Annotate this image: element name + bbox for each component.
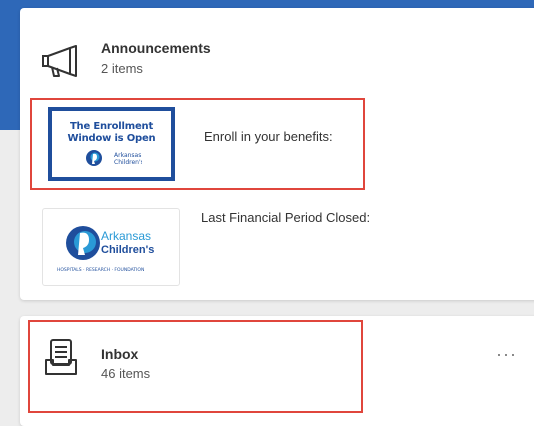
logo-line2: Children's [101,244,154,256]
inbox-tray-icon [45,339,77,375]
financial-period-link[interactable]: Last Financial Period Closed: [201,210,370,225]
arkansas-childrens-logo: Arkansas Children's HOSPITALS · RESEARCH… [57,226,154,273]
announcements-title[interactable]: Announcements [101,40,211,56]
inbox-title[interactable]: Inbox [101,346,138,362]
logo-line1: Arkansas [101,229,151,243]
financial-period-image[interactable]: Arkansas Children's HOSPITALS · RESEARCH… [42,208,180,286]
enrollment-image-line2: Window is Open [67,133,156,144]
announcements-count: 2 items [101,61,143,76]
more-options-icon[interactable]: ··· [496,344,517,365]
enroll-benefits-link[interactable]: Enroll in your benefits: [204,129,333,144]
enrollment-image-line1: The Enrollment [69,121,154,132]
logo-tagline: HOSPITALS · RESEARCH · FOUNDATION [57,267,144,273]
arkansas-childrens-logo-small: Arkansas Children's [85,150,142,166]
svg-text:Arkansas: Arkansas [114,152,141,159]
enrollment-image[interactable]: The Enrollment Window is Open Arkansas C… [48,107,175,181]
inbox-card [20,316,534,426]
inbox-count: 46 items [101,366,151,381]
svg-text:Children's: Children's [114,159,142,166]
megaphone-icon [42,45,77,77]
